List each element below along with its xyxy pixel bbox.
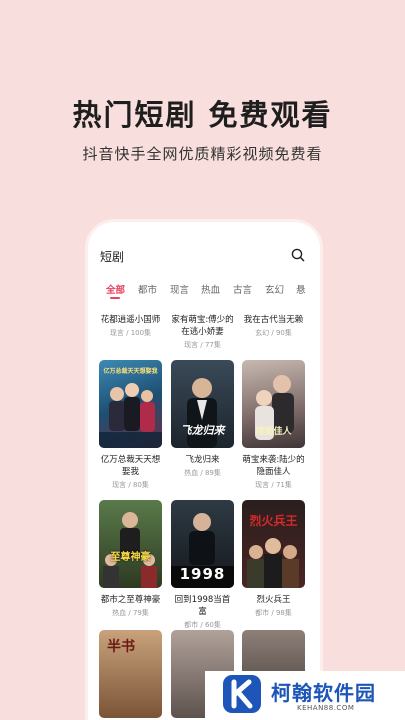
- drama-card[interactable]: 飞龙归来 飞龙归来 热血 / 89集: [171, 360, 234, 478]
- drama-title: 都市之至尊神豪: [100, 595, 161, 605]
- drama-meta: 热血 / 79集: [112, 609, 149, 617]
- drama-card[interactable]: 亿万总裁天天想娶我 亿万总裁天天想娶我 现言 / 80集: [99, 360, 162, 490]
- cover-caption: 半书: [107, 639, 135, 655]
- drama-meta: 现言 / 77集: [184, 341, 221, 349]
- drama-meta: 都市 / 98集: [255, 609, 292, 617]
- drama-cover[interactable]: 亿万总裁天天想娶我: [99, 360, 162, 448]
- drama-title: 飞龙归来: [185, 455, 220, 465]
- drama-cover[interactable]: 隐面佳人: [242, 360, 305, 448]
- drama-card[interactable]: 家有萌宝:傅少的在逃小娇妻 现言 / 77集: [171, 314, 234, 350]
- watermark-url: KEHAN88.COM: [297, 704, 355, 712]
- cover-caption: 隐面佳人: [255, 427, 292, 437]
- drama-cover[interactable]: 半书: [99, 630, 162, 718]
- cover-caption: 烈火兵王: [249, 514, 298, 528]
- drama-card[interactable]: 1998 回到1998当首富 都市 / 60集: [171, 500, 234, 630]
- tab-all[interactable]: 全部: [106, 282, 125, 296]
- drama-meta: 都市 / 60集: [184, 621, 221, 629]
- tab-modern-romance[interactable]: 现言: [170, 282, 189, 296]
- cover-caption: 1998: [179, 565, 226, 583]
- search-icon[interactable]: [291, 248, 305, 262]
- tab-ancient-romance[interactable]: 古言: [233, 282, 252, 296]
- tab-action[interactable]: 热血: [201, 282, 220, 296]
- drama-meta: 现言 / 100集: [109, 329, 152, 337]
- drama-title: 花都逍遥小国师: [100, 315, 161, 325]
- phone-screen: 短剧 全部 都市 现言 热血 古言 玄幻 悬 花都逍遥小国师 现言 / 100集…: [88, 222, 320, 720]
- cover-caption: 亿万总裁天天想娶我: [103, 368, 158, 375]
- category-tabs: 全部 都市 现言 热血 古言 玄幻 悬: [88, 282, 320, 302]
- active-tab-indicator: [110, 297, 120, 299]
- tab-suspense[interactable]: 悬: [296, 282, 306, 296]
- drama-card[interactable]: 至尊神豪 都市之至尊神豪 热血 / 79集: [99, 500, 162, 618]
- drama-card[interactable]: 我在古代当无赖 玄幻 / 90集: [242, 314, 305, 338]
- site-watermark: 柯翰软件园 KEHAN88.COM: [205, 671, 405, 720]
- drama-meta: 玄幻 / 90集: [255, 329, 292, 337]
- promo-headline: 热门短剧 免费观看: [72, 98, 333, 132]
- drama-card[interactable]: 隐面佳人 萌宝来袭:陆少的隐面佳人 现言 / 71集: [242, 360, 305, 490]
- drama-card[interactable]: 烈火兵王 烈火兵王 都市 / 98集: [242, 500, 305, 618]
- drama-title: 回到1998当首富: [174, 595, 231, 617]
- drama-meta: 现言 / 71集: [255, 481, 292, 489]
- drama-meta: 现言 / 80集: [112, 481, 149, 489]
- watermark-name: 柯翰软件园: [271, 681, 376, 705]
- drama-title: 家有萌宝:傅少的在逃小娇妻: [171, 315, 234, 337]
- drama-cover[interactable]: 飞龙归来: [171, 360, 234, 448]
- cover-art: [103, 512, 157, 588]
- drama-card[interactable]: 花都逍遥小国师 现言 / 100集: [99, 314, 162, 338]
- drama-title: 萌宝来袭:陆少的隐面佳人: [242, 455, 305, 477]
- drama-cover[interactable]: 1998: [171, 500, 234, 588]
- drama-cover[interactable]: 烈火兵王: [242, 500, 305, 588]
- drama-meta: 热血 / 89集: [184, 469, 221, 477]
- drama-title: 烈火兵王: [256, 595, 291, 605]
- drama-title: 我在古代当无赖: [243, 315, 304, 325]
- page-title: 短剧: [100, 250, 125, 264]
- drama-title: 亿万总裁天天想娶我: [100, 455, 161, 477]
- k-logo-icon: [223, 675, 261, 713]
- tab-urban[interactable]: 都市: [138, 282, 157, 296]
- drama-cover[interactable]: 至尊神豪: [99, 500, 162, 588]
- cover-caption: 飞龙归来: [180, 424, 225, 437]
- promo-subline: 抖音快手全网优质精彩视频免费看: [82, 145, 323, 163]
- tab-fantasy[interactable]: 玄幻: [265, 282, 284, 296]
- drama-card[interactable]: 半书: [99, 630, 162, 718]
- cover-caption: 至尊神豪: [110, 552, 151, 563]
